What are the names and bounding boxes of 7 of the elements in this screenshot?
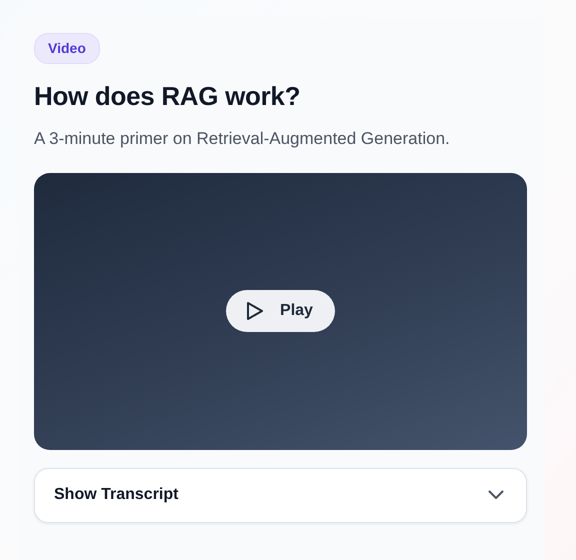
play-button[interactable]: Play	[226, 290, 335, 332]
subtitle: A 3-minute primer on Retrieval-Augmented Generation.	[34, 128, 451, 150]
transcript-toggle[interactable]: Show Transcript	[34, 468, 527, 522]
chevron-icon	[488, 490, 504, 500]
category-badge: Video	[34, 33, 100, 64]
play-icon	[246, 301, 264, 321]
page-title: How does RAG work?	[34, 80, 302, 112]
